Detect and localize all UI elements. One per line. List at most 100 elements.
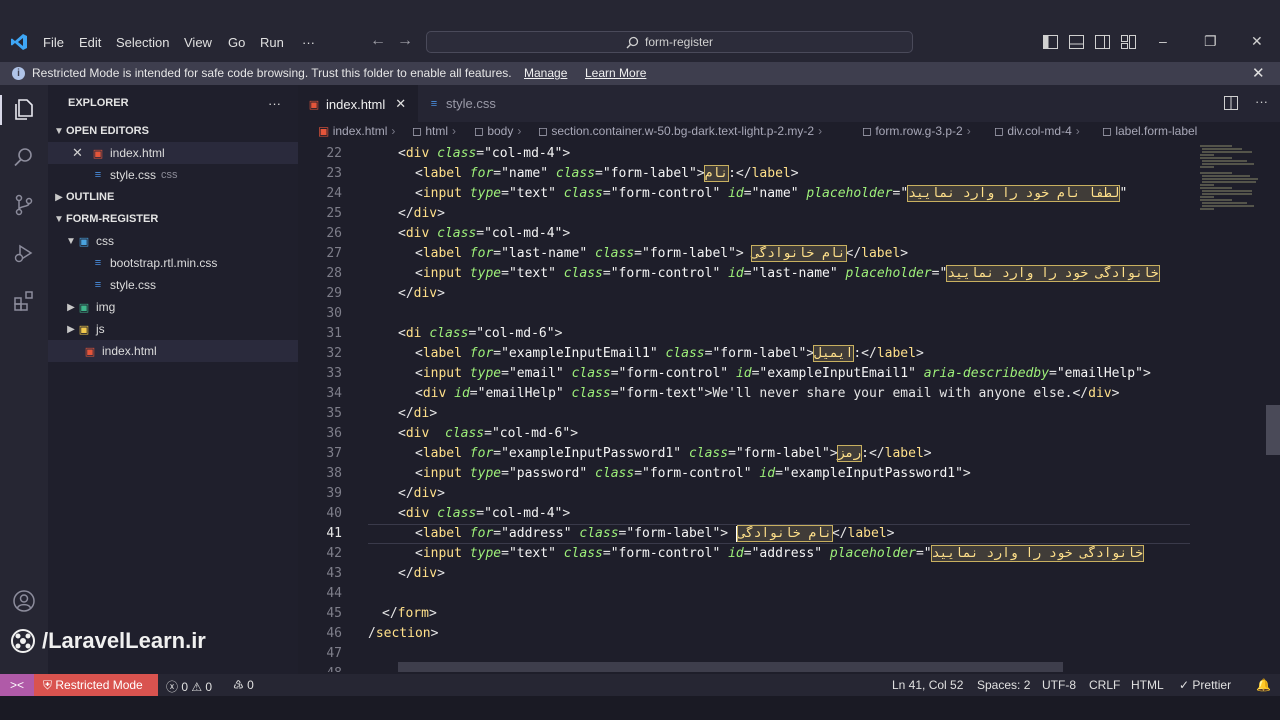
language-mode[interactable]: HTML xyxy=(1131,678,1164,692)
breadcrumb-item[interactable]: ◻ label.form-label xyxy=(1102,124,1197,138)
horizontal-scrollbar[interactable] xyxy=(398,662,1063,672)
breadcrumb-item[interactable]: ◻ body › xyxy=(474,124,525,138)
breadcrumb-item[interactable]: ◻ div.col-md-4 › xyxy=(994,124,1084,138)
banner-close-icon[interactable]: ✕ xyxy=(1252,64,1265,82)
restricted-mode-indicator[interactable]: ⛨ Restricted Mode xyxy=(34,674,158,696)
tree-file[interactable]: ≡ style.css xyxy=(48,274,298,296)
tree-folder-css[interactable]: ▼ ▣ css xyxy=(48,230,298,252)
manage-link[interactable]: Manage xyxy=(524,66,567,80)
forward-arrow-icon[interactable]: → xyxy=(397,32,413,50)
tree-folder-img[interactable]: ▶ ▣ img xyxy=(48,296,298,318)
menu-go[interactable]: Go xyxy=(228,35,245,50)
command-center-search[interactable]: form-register xyxy=(426,31,913,53)
restricted-mode-label: Restricted Mode xyxy=(55,678,143,692)
ports-indicator[interactable]: ♵ 0 xyxy=(233,678,254,692)
code-line: <div class="col-md-6"> xyxy=(398,426,579,441)
tree-file-active[interactable]: ▣ index.html xyxy=(48,340,298,362)
prettier-status[interactable]: ✓ Prettier xyxy=(1179,678,1231,692)
file-label: style.css xyxy=(110,278,157,292)
code-line: <input type="text" class="form-control" … xyxy=(415,545,1144,562)
toggle-secondary-sidebar-icon[interactable] xyxy=(1095,35,1110,49)
tab-style-css[interactable]: ≡ style.css xyxy=(418,85,536,122)
breadcrumb-item[interactable]: ▣ index.html › xyxy=(318,124,399,138)
minimap[interactable] xyxy=(1192,142,1264,672)
cursor-position[interactable]: Ln 41, Col 52 xyxy=(892,678,963,692)
project-section[interactable]: ▼ FORM-REGISTER xyxy=(48,208,298,230)
breadcrumb-label: html xyxy=(425,124,448,138)
code-editor[interactable]: 22 23 24 25 26 27 28 29 30 31 32 33 34 35 36 37 38 39 40 41… xyxy=(298,142,1280,672)
problems-indicator[interactable]: ⓧ 0 ⚠ 0 xyxy=(166,678,212,695)
notifications-icon[interactable]: 🔔 xyxy=(1256,678,1271,692)
accounts-icon[interactable] xyxy=(12,589,36,613)
menu-selection[interactable]: Selection xyxy=(116,35,169,50)
vertical-scrollbar[interactable] xyxy=(1266,405,1280,455)
indentation[interactable]: Spaces: 2 xyxy=(977,678,1030,692)
chevron-right-icon: › xyxy=(517,124,522,138)
toggle-sidebar-icon[interactable] xyxy=(1043,35,1058,49)
close-tab-icon[interactable]: ✕ xyxy=(395,96,406,112)
breadcrumb-label: div.col-md-4 xyxy=(1007,124,1072,138)
open-editor-item[interactable]: ≡ style.css css xyxy=(48,164,298,186)
menu-more[interactable]: ··· xyxy=(302,35,315,50)
close-editor-icon[interactable]: ✕ xyxy=(72,145,92,161)
code-line: <div class="col-md-4"> xyxy=(398,506,571,521)
encoding[interactable]: UTF-8 xyxy=(1042,678,1076,692)
search-view-icon[interactable] xyxy=(12,145,36,169)
source-control-icon[interactable] xyxy=(12,193,36,217)
element-icon: ◻ xyxy=(862,124,872,138)
toggle-panel-icon[interactable] xyxy=(1069,35,1084,49)
outline-section[interactable]: ▶ OUTLINE xyxy=(48,186,298,208)
breadcrumb-item[interactable]: ◻ form.row.g-3.p-2 › xyxy=(862,124,975,138)
menu-edit[interactable]: Edit xyxy=(79,35,101,50)
editor-tabs: ▣ index.html ✕ ≡ style.css ··· xyxy=(298,85,1280,122)
open-editor-label: index.html xyxy=(110,146,165,160)
open-editor-item[interactable]: ✕ ▣ index.html xyxy=(48,142,298,164)
chevron-right-icon: ▶ xyxy=(67,323,75,335)
line-number: 30 xyxy=(326,306,342,321)
customize-layout-icon[interactable] xyxy=(1121,35,1136,49)
line-number: 36 xyxy=(326,426,342,441)
line-number: 44 xyxy=(326,586,342,601)
menu-file[interactable]: File xyxy=(43,35,64,50)
chevron-right-icon: › xyxy=(966,124,971,138)
tree-file[interactable]: ≡ bootstrap.rtl.min.css xyxy=(48,252,298,274)
learn-more-link[interactable]: Learn More xyxy=(585,66,646,80)
extensions-icon[interactable] xyxy=(12,289,36,313)
minimap-preview xyxy=(1200,145,1258,210)
restore-button[interactable]: ❐ xyxy=(1204,33,1217,50)
menu-view[interactable]: View xyxy=(184,35,212,50)
element-icon: ◻ xyxy=(412,124,422,138)
html-file-icon: ▣ xyxy=(318,124,330,138)
folder-open-icon: ▣ xyxy=(78,235,90,248)
folder-label: js xyxy=(96,322,105,336)
close-window-button[interactable]: ✕ xyxy=(1251,33,1263,50)
editor-more-actions-icon[interactable]: ··· xyxy=(1255,94,1268,109)
tree-folder-js[interactable]: ▶ ▣ js xyxy=(48,318,298,340)
tab-label: index.html xyxy=(326,96,386,112)
back-arrow-icon[interactable]: ← xyxy=(370,32,386,50)
explorer-more-actions[interactable]: ··· xyxy=(268,96,281,111)
split-editor-icon[interactable] xyxy=(1224,96,1238,110)
code-line-current: <label for="address" class="form-label">… xyxy=(415,525,895,542)
css-file-icon: ≡ xyxy=(94,169,102,181)
code-line: <input type="email" class="form-control"… xyxy=(415,366,1151,381)
end-of-line[interactable]: CRLF xyxy=(1089,678,1120,692)
menu-run[interactable]: Run xyxy=(260,35,284,50)
open-editors-section[interactable]: ▼ OPEN EDITORS xyxy=(48,120,298,142)
remote-indicator[interactable]: >< xyxy=(0,674,34,696)
line-number: 23 xyxy=(326,166,342,181)
breadcrumb-item[interactable]: ◻ html › xyxy=(412,124,460,138)
folder-label: css xyxy=(96,234,114,248)
breadcrumb-item[interactable]: ◻ section.container.w-50.bg-dark.text-li… xyxy=(538,124,826,138)
chevron-down-icon: ▼ xyxy=(54,213,64,225)
tab-index-html[interactable]: ▣ index.html ✕ xyxy=(298,85,418,122)
element-icon: ◻ xyxy=(538,124,548,138)
vscode-logo-icon xyxy=(11,34,27,50)
html-file-icon: ▣ xyxy=(84,345,96,358)
minimize-button[interactable]: – xyxy=(1159,33,1167,49)
code-line: </div> xyxy=(398,286,445,301)
explorer-icon[interactable] xyxy=(12,97,36,121)
run-debug-icon[interactable] xyxy=(12,241,36,265)
open-editor-label: style.css xyxy=(110,168,157,182)
breadcrumb-label: index.html xyxy=(332,124,388,138)
